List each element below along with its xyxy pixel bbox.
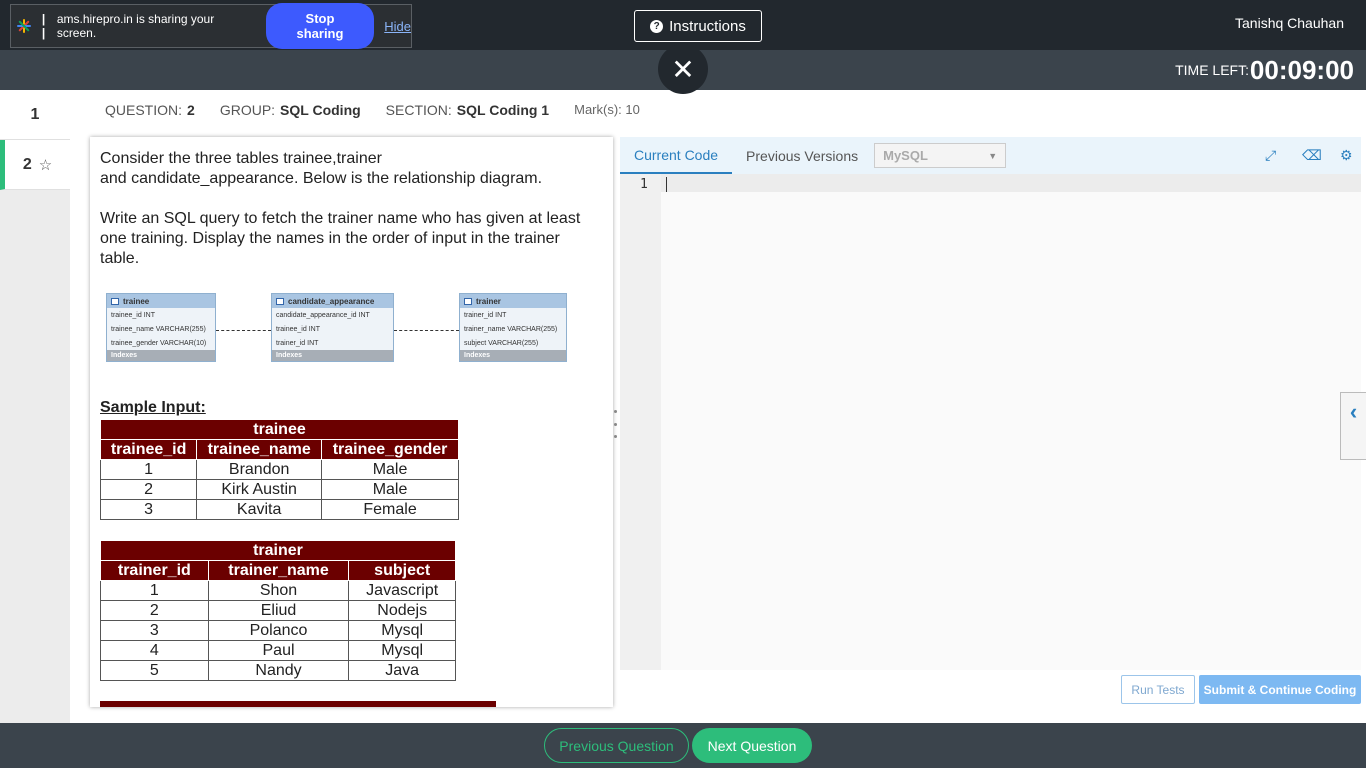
- side-panel-toggle[interactable]: ‹: [1340, 392, 1366, 460]
- trainer-table: trainer trainer_id trainer_name subject …: [100, 540, 456, 681]
- er-table-candidate-appearance: candidate_appearance candidate_appearanc…: [271, 293, 394, 362]
- table-row: 2 Eliud Nodejs: [100, 600, 456, 621]
- time-left-label: TIME LEFT:: [1175, 62, 1249, 78]
- close-icon[interactable]: ✕: [658, 44, 708, 94]
- relationship-diagram: trainee trainee_id INT trainee_name VARC…: [106, 293, 586, 373]
- table-title: trainer: [100, 540, 456, 561]
- table-row: 1 Brandon Male: [99, 459, 459, 480]
- column-header: trainee_name: [196, 439, 323, 460]
- sample-input-label: Sample Input:: [100, 399, 206, 416]
- language-select[interactable]: MySQL ▼: [874, 143, 1007, 168]
- candidate-appearance-table-partial: [100, 701, 496, 707]
- line-number: 1: [640, 177, 648, 192]
- table-icon: [276, 297, 284, 305]
- question-line-2: and candidate_appearance. Below is the r…: [100, 170, 543, 187]
- instructions-button[interactable]: ? Instructions: [634, 10, 762, 42]
- next-question-button[interactable]: Next Question: [692, 728, 812, 763]
- hide-share-bar-link[interactable]: Hide: [384, 19, 411, 34]
- question-info: QUESTION: 2 GROUP: SQL Coding SECTION: SQL …: [105, 102, 640, 118]
- pause-icon: | |: [41, 12, 45, 40]
- share-logo-icon: [16, 18, 32, 34]
- table-row: 5 Nandy Java: [100, 660, 456, 681]
- question-navigator: 1 2 ☆: [0, 90, 70, 723]
- question-text: Consider the three tables trainee,traine…: [100, 149, 590, 269]
- question-line-1: Consider the three tables trainee,traine…: [100, 150, 382, 167]
- table-row: 3 Kavita Female: [99, 499, 459, 520]
- screen-share-bar: | | ams.hirepro.in is sharing your scree…: [10, 3, 412, 49]
- previous-question-button[interactable]: Previous Question: [544, 728, 689, 763]
- table-icon: [464, 297, 472, 305]
- table-row: 2 Kirk Austin Male: [99, 479, 459, 500]
- question-paragraph-2: Write an SQL query to fetch the trainer …: [100, 210, 581, 267]
- question-number: 1: [30, 105, 40, 123]
- panel-resize-handle[interactable]: [614, 410, 618, 438]
- code-editor-panel: Current Code Previous Versions MySQL ▼ ⤢…: [620, 137, 1361, 670]
- table-icon: [111, 297, 119, 305]
- stop-sharing-button[interactable]: Stop sharing: [265, 3, 375, 49]
- chevron-down-icon: ▼: [988, 150, 998, 161]
- text-cursor: [666, 177, 667, 192]
- question-number-info: QUESTION: 2: [105, 102, 195, 118]
- column-header: subject: [348, 560, 456, 581]
- trainee-table: trainee trainee_id trainee_name trainee_…: [99, 419, 459, 520]
- instructions-label: Instructions: [669, 17, 746, 35]
- question-panel[interactable]: Consider the three tables trainee,traine…: [90, 137, 613, 707]
- expand-icon[interactable]: ⤢: [1265, 147, 1276, 164]
- marks-info: Mark(s): 10: [574, 102, 640, 117]
- column-header: trainee_gender: [321, 439, 459, 460]
- question-number: 2: [22, 155, 32, 173]
- er-table-trainer: trainer trainer_id INT trainer_name VARC…: [459, 293, 567, 362]
- submit-continue-button[interactable]: Submit & Continue Coding: [1199, 675, 1361, 704]
- section-info: SECTION: SQL Coding 1: [385, 102, 550, 118]
- table-row: 1 Shon Javascript: [100, 580, 456, 601]
- relation-line: [394, 330, 459, 331]
- question-mark-icon: ?: [650, 19, 664, 33]
- tab-previous-versions[interactable]: Previous Versions: [732, 137, 872, 174]
- user-name: Tanishq Chauhan: [1235, 15, 1344, 31]
- question-nav-item-2[interactable]: 2 ☆: [0, 140, 70, 190]
- active-line[interactable]: [661, 174, 1361, 192]
- relation-line: [216, 330, 271, 331]
- code-tabs: Current Code Previous Versions MySQL ▼ ⤢…: [620, 137, 1361, 174]
- chevron-left-icon: ‹: [1349, 399, 1358, 424]
- column-header: trainer_name: [207, 560, 350, 581]
- er-table-trainee: trainee trainee_id INT trainee_name VARC…: [106, 293, 216, 362]
- share-status-text: ams.hirepro.in is sharing your screen.: [56, 12, 215, 40]
- gear-icon[interactable]: ⚙: [1340, 147, 1353, 164]
- column-header: trainer_id: [100, 560, 209, 581]
- run-tests-button[interactable]: Run Tests: [1121, 675, 1195, 704]
- tab-current-code[interactable]: Current Code: [620, 137, 733, 174]
- language-value: MySQL: [883, 148, 928, 163]
- table-title: trainee: [100, 419, 459, 440]
- column-header: trainee_id: [99, 439, 198, 460]
- group-info: GROUP: SQL Coding: [219, 102, 361, 118]
- table-row: 3 Polanco Mysql: [100, 620, 456, 641]
- table-row: 4 Paul Mysql: [100, 640, 456, 661]
- question-nav-item-1[interactable]: 1: [0, 90, 70, 140]
- line-number-gutter: [620, 174, 661, 670]
- star-icon[interactable]: ☆: [39, 156, 52, 174]
- time-left-value: 00:09:00: [1249, 55, 1354, 85]
- eraser-icon[interactable]: ⌫: [1302, 147, 1322, 164]
